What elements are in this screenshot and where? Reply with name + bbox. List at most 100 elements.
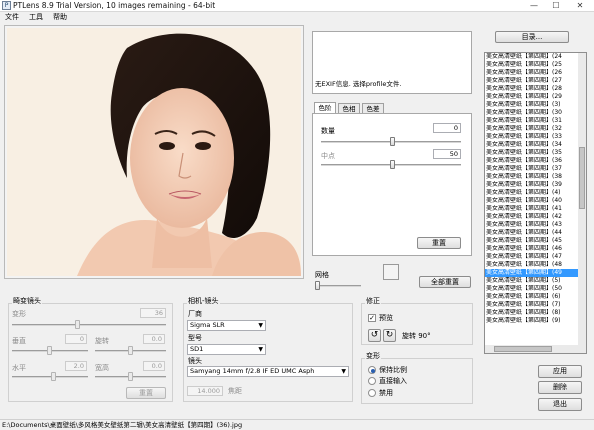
amount-slider-thumb[interactable] — [390, 137, 395, 146]
file-list-item[interactable]: 美女高清壁纸【第四期】(9) — [485, 317, 578, 325]
file-list-item[interactable]: 美女高清壁纸【第四期】(47 — [485, 253, 578, 261]
midpoint-input[interactable]: 50 — [433, 149, 461, 159]
rotate-input[interactable]: 0.0 — [143, 334, 165, 344]
file-list-item[interactable]: 美女高清壁纸【第四期】(45 — [485, 237, 578, 245]
file-list-item[interactable]: 美女高清壁纸【第四期】(46 — [485, 245, 578, 253]
file-list-item[interactable]: 美女高清壁纸【第四期】(41 — [485, 205, 578, 213]
minimize-button[interactable]: — — [524, 0, 544, 12]
distortion-title: 畸变镜头 — [12, 297, 42, 306]
radio-direct-input[interactable] — [368, 377, 376, 385]
apply-button[interactable]: 应用 — [538, 365, 582, 378]
radio-direct-input-label: 直接输入 — [379, 377, 407, 385]
lens-select-value: Samyang 14mm f/2.8 IF ED UMC Asph — [190, 367, 315, 375]
exif-info-box: 无EXIF信息. 选择profile文件. — [312, 31, 472, 94]
horizontal-scrollbar[interactable] — [485, 345, 586, 353]
midpoint-slider-thumb[interactable] — [390, 160, 395, 169]
file-list-item[interactable]: 美女高清壁纸【第四期】(30 — [485, 109, 578, 117]
vertical-input[interactable]: 0 — [65, 334, 87, 344]
transform-group — [361, 358, 473, 404]
file-list-item[interactable]: 美女高清壁纸【第四期】(34 — [485, 141, 578, 149]
file-list-item[interactable]: 美女高清壁纸【第四期】(38 — [485, 173, 578, 181]
grid-slider-track — [315, 285, 361, 287]
directory-button[interactable]: 目录... — [495, 31, 569, 43]
file-list-item[interactable]: 美女高清壁纸【第四期】(31 — [485, 117, 578, 125]
delete-button[interactable]: 删除 — [538, 381, 582, 394]
status-bar: E:\Documents\桌面壁纸\多风格美女壁纸第二辑\美女高清壁纸【第四期】… — [0, 419, 594, 430]
photo-preview — [7, 28, 301, 276]
file-list-item[interactable]: 美女高清壁纸【第四期】(29 — [485, 93, 578, 101]
file-list-item[interactable]: 美女高清壁纸【第四期】(26 — [485, 69, 578, 77]
file-list-item[interactable]: 美女高清壁纸【第四期】(33 — [485, 133, 578, 141]
correction-title: 修正 — [365, 297, 381, 306]
vertical-scrollbar-thumb[interactable] — [579, 147, 585, 209]
menu-file[interactable]: 文件 — [3, 13, 21, 22]
distortion-amount-thumb[interactable] — [75, 320, 80, 329]
file-list-item[interactable]: 美女高清壁纸【第四期】(8) — [485, 309, 578, 317]
file-list-item[interactable]: 美女高清壁纸【第四期】(39 — [485, 181, 578, 189]
lens-select[interactable]: Samyang 14mm f/2.8 IF ED UMC Asph ▼ — [187, 366, 349, 377]
file-list-item[interactable]: 美女高清壁纸【第四期】(50 — [485, 285, 578, 293]
file-list-item[interactable]: 美女高清壁纸【第四期】(25 — [485, 61, 578, 69]
midpoint-label: 中点 — [321, 152, 335, 160]
preview-checkbox[interactable]: ✓ — [368, 314, 376, 322]
radio-disable-label: 禁用 — [379, 389, 393, 397]
menu-bar — [0, 12, 594, 23]
file-list-item[interactable]: 美女高清壁纸【第四期】(48 — [485, 261, 578, 269]
menu-help[interactable]: 帮助 — [51, 13, 69, 22]
maker-select-value: Sigma SLR — [190, 321, 225, 329]
window-title: PTLens 8.9 Trial Version, 10 images rema… — [13, 1, 216, 10]
file-list-item[interactable]: 美女高清壁纸【第四期】(28 — [485, 85, 578, 93]
file-list-item[interactable]: 美女高清壁纸【第四期】(3) — [485, 101, 578, 109]
distortion-reset-button[interactable]: 重置 — [126, 387, 166, 399]
file-list-item[interactable]: 美女高清壁纸【第四期】(27 — [485, 77, 578, 85]
file-list-item[interactable]: 美女高清壁纸【第四期】(37 — [485, 165, 578, 173]
horizontal-slider-thumb[interactable] — [51, 372, 56, 381]
file-list[interactable]: 美女高清壁纸【第四期】(24 美女高清壁纸【第四期】(25 美女高清壁纸【第四期】(… — [484, 52, 587, 354]
maximize-button[interactable]: ☐ — [546, 0, 566, 12]
exit-button[interactable]: 退出 — [538, 398, 582, 411]
focal-length-label: 焦距 — [228, 387, 242, 395]
close-button[interactable]: ✕ — [570, 0, 590, 12]
horizontal-input[interactable]: 2.0 — [65, 361, 87, 371]
radio-disable[interactable] — [368, 389, 376, 397]
radio-keep-ratio[interactable] — [368, 366, 376, 374]
grid-slider-thumb[interactable] — [315, 281, 320, 290]
rotate-label: 旋转 — [95, 337, 109, 345]
amount-input[interactable]: 0 — [433, 123, 461, 133]
file-list-item[interactable]: 美女高清壁纸【第四期】(43 — [485, 221, 578, 229]
file-list-item[interactable]: 美女高清壁纸【第四期】(5) — [485, 277, 578, 285]
maker-select[interactable]: Sigma SLR ▼ — [187, 320, 266, 331]
file-list-item[interactable]: 美女高清壁纸【第四期】(32 — [485, 125, 578, 133]
focal-length-input[interactable]: 14.000 — [187, 386, 223, 396]
horizontal-scrollbar-thumb[interactable] — [494, 346, 552, 352]
rotate-slider-thumb[interactable] — [128, 346, 133, 355]
camera-lens-title: 相机-镜头 — [187, 297, 220, 306]
file-list-item[interactable]: 美女高清壁纸【第四期】(35 — [485, 149, 578, 157]
file-list-item[interactable]: 美女高清壁纸【第四期】(4) — [485, 189, 578, 197]
file-list-item[interactable]: 美女高清壁纸【第四期】(49 — [485, 269, 578, 277]
menu-tools[interactable]: 工具 — [27, 13, 45, 22]
vertical-scrollbar[interactable] — [578, 53, 586, 345]
aspect-slider-thumb[interactable] — [128, 372, 133, 381]
transform-title: 变形 — [365, 352, 381, 361]
reset-all-button[interactable]: 全部重置 — [419, 276, 471, 288]
rotate-right-icon[interactable]: ↻ — [383, 329, 396, 342]
rotate-left-icon[interactable]: ↺ — [368, 329, 381, 342]
vertical-slider-thumb[interactable] — [47, 346, 52, 355]
file-list-item[interactable]: 美女高清壁纸【第四期】(7) — [485, 301, 578, 309]
portrait-image — [7, 28, 301, 276]
lens-label: 镜头 — [188, 357, 202, 365]
model-select[interactable]: SD1 ▼ — [187, 344, 266, 355]
file-list-item[interactable]: 美女高清壁纸【第四期】(24 — [485, 53, 578, 61]
distortion-amount-input[interactable]: 36 — [140, 308, 166, 318]
file-list-item[interactable]: 美女高清壁纸【第四期】(40 — [485, 197, 578, 205]
file-list-item[interactable]: 美女高清壁纸【第四期】(6) — [485, 293, 578, 301]
file-list-item[interactable]: 美女高清壁纸【第四期】(36 — [485, 157, 578, 165]
tone-reset-button[interactable]: 重置 — [417, 237, 461, 249]
file-list-item[interactable]: 美女高清壁纸【第四期】(44 — [485, 229, 578, 237]
file-list-item[interactable]: 美女高清壁纸【第四期】(42 — [485, 213, 578, 221]
vertical-label: 垂直 — [12, 337, 26, 345]
grid-color-swatch[interactable] — [383, 264, 399, 280]
distortion-amount-track — [12, 324, 166, 326]
aspect-input[interactable]: 0.0 — [143, 361, 165, 371]
